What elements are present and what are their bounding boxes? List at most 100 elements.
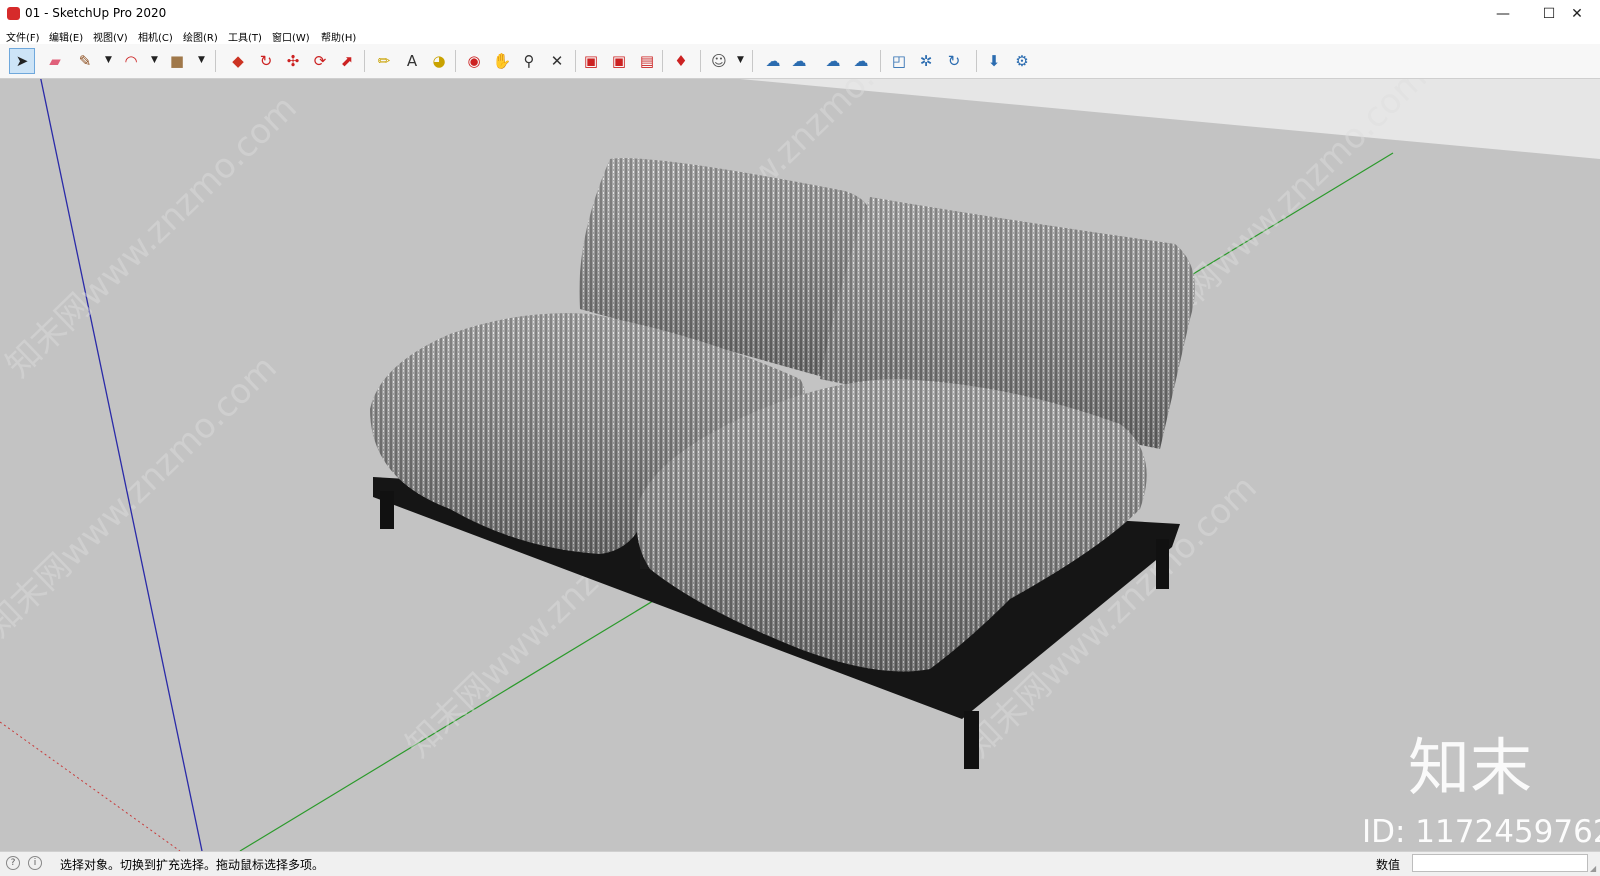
push-pull-icon: ◆: [232, 52, 244, 70]
components-icon: ✲: [919, 52, 933, 70]
toolbar-separator: [215, 50, 216, 72]
download-icon: ⬇: [987, 52, 1001, 70]
gear-icon: ⚙: [1015, 52, 1029, 70]
extension-manager-button[interactable]: ♦: [668, 48, 694, 74]
orbit-tool[interactable]: ◉: [461, 48, 487, 74]
account-dropdown-icon[interactable]: ▼: [737, 55, 744, 65]
ruby-icon: ♦: [674, 52, 688, 70]
pencil-icon: ✎: [78, 52, 92, 70]
text-icon: A: [406, 52, 418, 70]
eraser-tool[interactable]: ▰: [42, 48, 68, 74]
menu-help[interactable]: 帮助(H): [321, 29, 356, 44]
follow-me-icon: ↻: [259, 52, 273, 70]
rotate-tool[interactable]: ⟳: [307, 48, 333, 74]
toolbar-separator: [455, 50, 456, 72]
toolbar-separator: [880, 50, 881, 72]
follow-me-tool[interactable]: ↻: [253, 48, 279, 74]
rectangle-icon: ■: [169, 52, 185, 70]
measurements-input[interactable]: [1412, 854, 1588, 872]
cloud-icon: ☁: [765, 52, 781, 70]
cloud-share-icon: ☁: [791, 52, 807, 70]
move-icon: ✣: [286, 52, 300, 70]
settings-button[interactable]: ⚙: [1009, 48, 1035, 74]
toolbar-separator: [700, 50, 701, 72]
zoom-extents-icon: ✕: [550, 52, 564, 70]
paint-bucket-icon: ◕: [432, 52, 446, 70]
extension-warehouse-button[interactable]: ▣: [606, 48, 632, 74]
title-bar: 01 - SketchUp Pro 2020 — ☐ ✕: [0, 0, 1600, 28]
znzmo-logo: 知末: [1408, 731, 1532, 804]
line-tool-dropdown-icon[interactable]: ▼: [105, 55, 112, 65]
cloud-share-button[interactable]: ☁: [786, 48, 812, 74]
zoom-extents-tool[interactable]: ✕: [544, 48, 570, 74]
resize-grip-icon[interactable]: ◢: [1590, 864, 1598, 873]
cloud-sync-button[interactable]: ☁: [848, 48, 874, 74]
arc-tool[interactable]: ◠: [118, 48, 144, 74]
tape-measure-icon: ✏: [377, 52, 391, 70]
arc-tool-dropdown-icon[interactable]: ▼: [151, 55, 158, 65]
line-tool[interactable]: ✎: [72, 48, 98, 74]
tape-measure-tool[interactable]: ✏: [371, 48, 397, 74]
model-viewport[interactable]: 知末网www.znzmo.com 知末网www.znzmo.com 知末网www…: [0, 79, 1600, 851]
add-location-button[interactable]: ◰: [886, 48, 912, 74]
toolbar-separator: [662, 50, 663, 72]
zoom-tool[interactable]: ⚲: [516, 48, 542, 74]
sofa-leg: [380, 491, 394, 529]
scale-tool[interactable]: ⬈: [334, 48, 360, 74]
trimble-connect-button[interactable]: ☁: [760, 48, 786, 74]
warehouse-button[interactable]: ▣: [578, 48, 604, 74]
cloud-upload-button[interactable]: ☁: [820, 48, 846, 74]
model-id-label: ID: 1172459762: [1362, 814, 1600, 850]
menu-file[interactable]: 文件(F): [6, 29, 40, 44]
menu-bar: 文件(F) 编辑(E) 视图(V) 相机(C) 绘图(R) 工具(T) 窗口(W…: [0, 28, 1600, 44]
menu-camera[interactable]: 相机(C): [138, 29, 173, 44]
menu-view[interactable]: 视图(V): [93, 29, 128, 44]
minimize-button[interactable]: —: [1480, 0, 1526, 28]
location-icon: ◰: [891, 52, 907, 70]
pan-tool[interactable]: ✋: [489, 48, 515, 74]
scene-canvas: 知末网www.znzmo.com 知末网www.znzmo.com 知末网www…: [0, 79, 1600, 851]
menu-draw[interactable]: 绘图(R): [183, 29, 218, 44]
warehouse-icon: ▣: [583, 52, 599, 70]
push-pull-tool[interactable]: ◆: [225, 48, 251, 74]
info-icon[interactable]: i: [28, 856, 42, 870]
download-button[interactable]: ⬇: [981, 48, 1007, 74]
sofa-leg: [1156, 539, 1169, 589]
menu-tools[interactable]: 工具(T): [228, 29, 262, 44]
arc-icon: ◠: [124, 52, 138, 70]
window-title: 01 - SketchUp Pro 2020: [25, 6, 167, 20]
user-icon: ☺: [711, 52, 727, 70]
main-toolbar: ▼ ▼ ▼ ▼ ➤ ▰ ✎ ◠ ■ ◆ ↻ ✣ ⟳ ⬈ ✏ A ◕ ◉ ✋ ⚲ ✕ ▣ ▣ ▤ ♦ ☺ ☁ ☁ ☁ ☁ ◰ ✲ ↻ ⬇ ⚙: [0, 44, 1600, 79]
send-to-layout-button[interactable]: ▤: [634, 48, 660, 74]
move-tool[interactable]: ✣: [280, 48, 306, 74]
hand-icon: ✋: [492, 52, 512, 70]
rotate-icon: ⟳: [313, 52, 327, 70]
close-button[interactable]: ✕: [1554, 0, 1600, 28]
orbit-icon: ◉: [467, 52, 481, 70]
text-tool[interactable]: A: [399, 48, 425, 74]
components-button[interactable]: ✲: [913, 48, 939, 74]
paint-bucket-tool[interactable]: ◕: [426, 48, 452, 74]
toolbar-separator: [976, 50, 977, 72]
measurements-label: 数值: [1376, 858, 1401, 872]
menu-window[interactable]: 窗口(W): [272, 29, 310, 44]
cloud-sync-icon: ☁: [853, 52, 869, 70]
status-bar: ? i 选择对象。切换到扩充选择。拖动鼠标选择多项。 数值 ◢: [0, 851, 1600, 876]
shape-tool[interactable]: ■: [164, 48, 190, 74]
geo-location-icon[interactable]: ?: [6, 856, 20, 870]
account-button[interactable]: ☺: [706, 48, 732, 74]
extension-warehouse-icon: ▣: [611, 52, 627, 70]
toolbar-separator: [364, 50, 365, 72]
layout-icon: ▤: [639, 52, 655, 70]
menu-edit[interactable]: 编辑(E): [49, 29, 83, 44]
zoom-icon: ⚲: [523, 52, 535, 70]
refresh-icon: ↻: [947, 52, 961, 70]
arrow-icon: ➤: [15, 52, 29, 70]
status-message: 选择对象。切换到扩充选择。拖动鼠标选择多项。: [60, 858, 325, 872]
refresh-button[interactable]: ↻: [941, 48, 967, 74]
sketchup-app-icon: [7, 7, 20, 20]
cloud-upload-icon: ☁: [825, 52, 841, 70]
scale-icon: ⬈: [340, 52, 354, 70]
shape-tool-dropdown-icon[interactable]: ▼: [198, 55, 205, 65]
select-tool[interactable]: ➤: [9, 48, 35, 74]
